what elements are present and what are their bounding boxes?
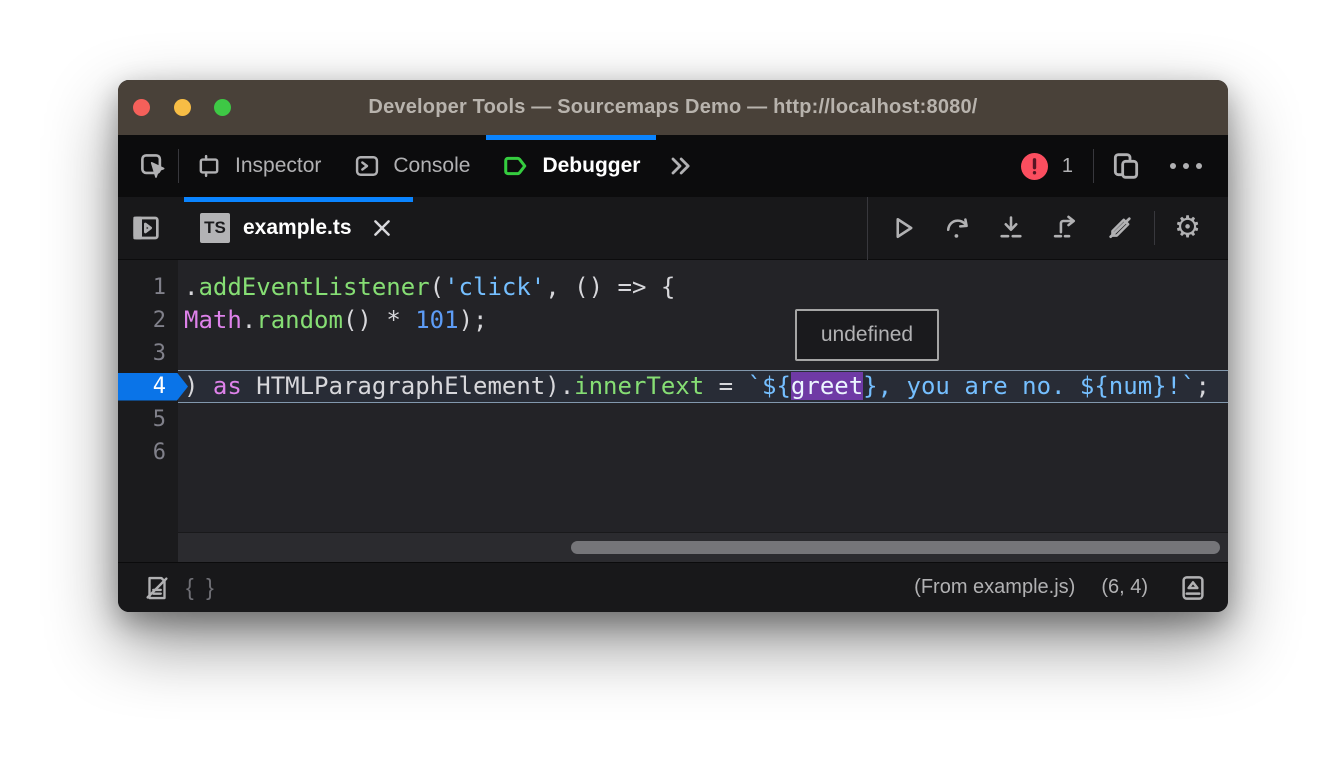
step-over-button[interactable] xyxy=(930,197,984,259)
tab-console[interactable]: Console xyxy=(337,135,486,197)
source-tabbar: TS example.ts xyxy=(118,197,1228,260)
controls-separator xyxy=(1154,211,1155,245)
code-token: ). xyxy=(545,372,574,400)
controls-separator xyxy=(867,197,868,260)
code-token: addEventListener xyxy=(198,273,429,301)
tab-label: Console xyxy=(393,154,470,178)
devtools-toolbar: Inspector Console Debugger xyxy=(118,135,1228,197)
code-token: ; xyxy=(1196,372,1210,400)
code-token: () xyxy=(343,306,386,334)
toggle-sources-panel-button[interactable] xyxy=(118,197,174,259)
code-token: , () => { xyxy=(545,273,675,301)
open-original-source-icon xyxy=(1178,573,1208,603)
paused-line-marker: 4 xyxy=(118,373,188,401)
error-count: 1 xyxy=(1062,155,1073,178)
debugger-settings-button[interactable]: ⚙ xyxy=(1161,197,1214,259)
error-count-badge[interactable] xyxy=(1021,153,1048,180)
debugger-icon xyxy=(502,152,530,180)
code-token: innerText xyxy=(574,372,704,400)
window-title: Developer Tools — Sourcemaps Demo — http… xyxy=(368,96,977,119)
minimize-window-button[interactable] xyxy=(174,99,191,116)
code-token: * xyxy=(386,306,415,334)
code-token: 'click' xyxy=(444,273,545,301)
inspector-icon xyxy=(195,152,223,180)
code-token: `${ xyxy=(748,372,791,400)
responsive-design-button[interactable] xyxy=(1100,135,1152,197)
tab-inspector[interactable]: Inspector xyxy=(179,135,337,197)
tab-label: Debugger xyxy=(542,154,640,178)
hovered-token[interactable]: greet xyxy=(791,372,863,400)
meatball-menu-button[interactable] xyxy=(1158,163,1214,169)
error-icon xyxy=(1021,153,1048,180)
meatball-menu-icon xyxy=(1170,163,1176,169)
cursor-position: (6, 4) xyxy=(1101,576,1148,599)
step-over-icon xyxy=(943,214,971,242)
code-line[interactable]: ) as HTMLParagraphElement).innerText = `… xyxy=(178,370,1228,403)
code-line[interactable] xyxy=(178,337,1228,370)
code-token: as xyxy=(213,372,242,400)
close-window-button[interactable] xyxy=(133,99,150,116)
line-number[interactable]: 3 xyxy=(118,337,178,370)
code-line[interactable]: Math.random() * 101); xyxy=(178,304,1228,337)
resume-button[interactable] xyxy=(876,197,930,259)
typescript-file-icon: TS xyxy=(200,213,230,243)
devtools-window: Developer Tools — Sourcemaps Demo — http… xyxy=(118,80,1228,612)
editor-code-area[interactable]: .addEventListener('click', () => {Math.r… xyxy=(178,260,1228,562)
code-line[interactable] xyxy=(178,403,1228,436)
code-editor[interactable]: 1234456 .addEventListener('click', () =>… xyxy=(118,260,1228,562)
code-token: HTMLParagraphElement xyxy=(242,372,545,400)
toolbar-separator xyxy=(1093,149,1094,183)
node-picker-icon xyxy=(138,151,168,181)
jump-to-generated-source-button[interactable] xyxy=(1174,573,1212,603)
line-number[interactable]: 44 xyxy=(118,370,178,403)
code-line[interactable] xyxy=(178,436,1228,469)
sidebar-toggle-icon xyxy=(130,212,162,244)
ignore-source-icon xyxy=(1105,213,1135,243)
code-token: ( xyxy=(430,273,444,301)
horizontal-scrollbar-thumb[interactable] xyxy=(571,541,1220,554)
code-token: 101 xyxy=(415,306,458,334)
step-in-icon xyxy=(997,214,1025,242)
code-token: }, you are no. ${num}!` xyxy=(863,372,1195,400)
ignore-source-button[interactable] xyxy=(1092,197,1148,259)
line-number[interactable]: 2 xyxy=(118,304,178,337)
line-number[interactable]: 5 xyxy=(118,403,178,436)
editor-gutter[interactable]: 1234456 xyxy=(118,260,178,562)
line-number[interactable]: 1 xyxy=(118,271,178,304)
more-tabs-button[interactable] xyxy=(656,135,704,197)
tab-debugger[interactable]: Debugger xyxy=(486,135,656,197)
debugger-statusbar: { } (From example.js) (6, 4) xyxy=(118,562,1228,612)
console-icon xyxy=(353,152,381,180)
step-out-icon xyxy=(1051,214,1079,242)
close-icon[interactable] xyxy=(371,217,393,239)
chevron-double-right-icon xyxy=(666,152,694,180)
responsive-design-icon xyxy=(1110,150,1142,182)
zoom-window-button[interactable] xyxy=(214,99,231,116)
code-token: Math xyxy=(184,306,242,334)
step-in-button[interactable] xyxy=(984,197,1038,259)
resume-icon xyxy=(889,214,917,242)
code-token: random xyxy=(256,306,343,334)
gear-icon: ⚙ xyxy=(1174,213,1201,243)
line-number[interactable]: 6 xyxy=(118,436,178,469)
titlebar: Developer Tools — Sourcemaps Demo — http… xyxy=(118,80,1228,135)
source-filename: example.ts xyxy=(243,216,352,240)
code-token: = xyxy=(704,372,747,400)
code-line[interactable]: .addEventListener('click', () => { xyxy=(178,271,1228,304)
code-token: . xyxy=(184,273,198,301)
ignore-source-icon xyxy=(142,573,172,603)
code-token: . xyxy=(242,306,256,334)
mapped-source-note: (From example.js) xyxy=(914,576,1075,599)
tab-label: Inspector xyxy=(235,154,321,178)
step-out-button[interactable] xyxy=(1038,197,1092,259)
code-token: ); xyxy=(459,306,488,334)
source-tab-example-ts[interactable]: TS example.ts xyxy=(184,197,413,259)
node-picker-button[interactable] xyxy=(128,135,178,197)
horizontal-scrollbar-track[interactable] xyxy=(178,532,1228,562)
pretty-print-button[interactable]: { } xyxy=(180,574,223,601)
ignore-source-footer-button[interactable] xyxy=(134,563,180,612)
variable-preview-tooltip: undefined xyxy=(795,309,939,361)
code-token: ) xyxy=(184,372,213,400)
